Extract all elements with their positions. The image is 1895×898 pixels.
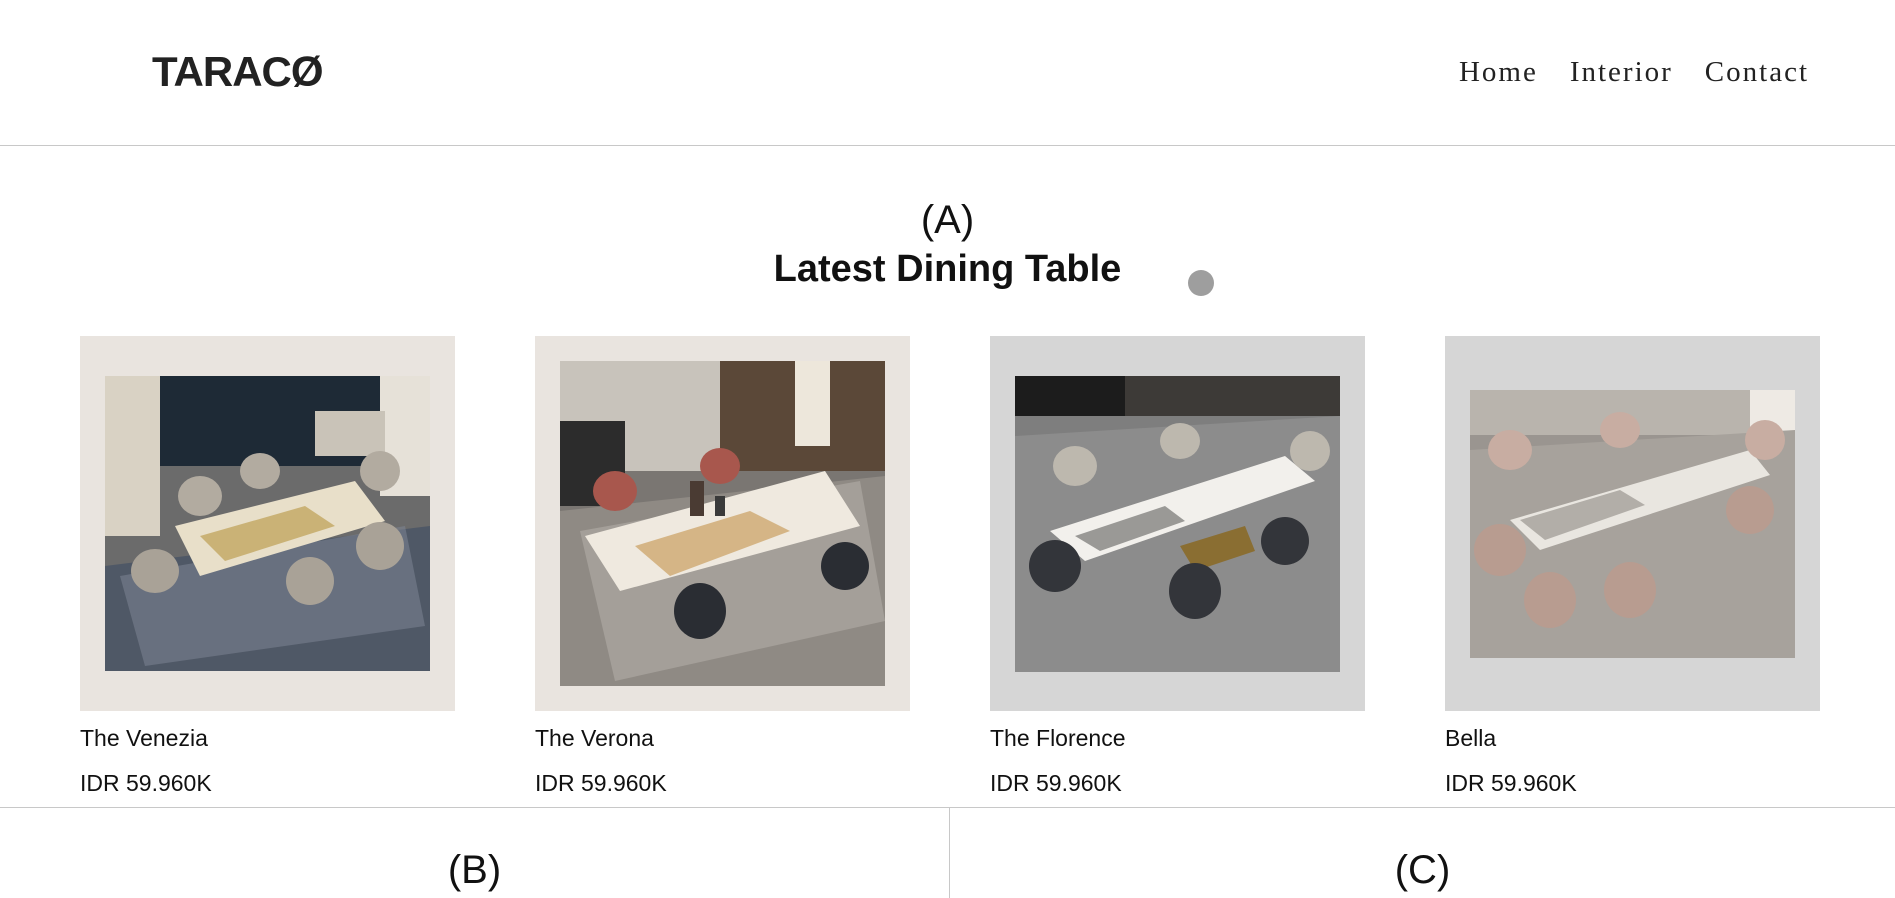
section-title: Latest Dining Table: [773, 248, 1122, 290]
cursor-dot: [1188, 270, 1214, 296]
product-price: IDR 59.960K: [990, 770, 1122, 796]
product-card-verona[interactable]: The Verona IDR 59.960K: [535, 336, 910, 796]
product-card-venezia[interactable]: The Venezia IDR 59.960K: [80, 336, 455, 796]
product-photo: [105, 376, 430, 671]
product-image-frame: [80, 336, 455, 711]
nav-interior-link[interactable]: Interior: [1570, 56, 1673, 89]
product-name[interactable]: Bella: [1445, 725, 1496, 752]
product-price: IDR 59.960K: [535, 770, 667, 796]
product-image-frame: [990, 336, 1365, 711]
nav-home-link[interactable]: Home: [1459, 56, 1538, 89]
product-photo: [1015, 376, 1340, 672]
nav-contact-link[interactable]: Contact: [1705, 56, 1809, 89]
product-image-frame: [535, 336, 910, 711]
product-name[interactable]: The Verona: [535, 725, 654, 752]
product-card-florence[interactable]: The Florence IDR 59.960K: [990, 336, 1365, 796]
section-divider: [0, 807, 1895, 808]
section-c-label: (C): [1394, 848, 1451, 892]
product-card-bella[interactable]: Bella IDR 59.960K: [1445, 336, 1820, 796]
product-price: IDR 59.960K: [1445, 770, 1577, 796]
product-photo: [1470, 390, 1795, 658]
site-header: TARACØ Home Interior Contact: [0, 0, 1895, 146]
brand-logo[interactable]: TARACØ: [152, 48, 324, 96]
main-nav: Home Interior Contact: [1459, 56, 1809, 89]
product-price: IDR 59.960K: [80, 770, 212, 796]
product-name[interactable]: The Venezia: [80, 725, 208, 752]
product-name[interactable]: The Florence: [990, 725, 1126, 752]
product-image-frame: [1445, 336, 1820, 711]
product-photo: [560, 361, 885, 686]
section-b-label: (B): [447, 848, 502, 892]
section-a-label: (A): [920, 198, 975, 242]
